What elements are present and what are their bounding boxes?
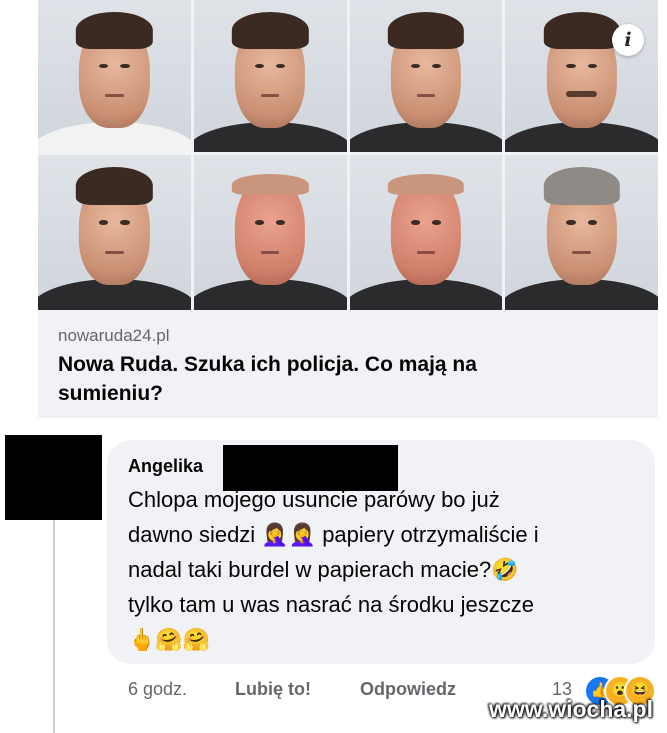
mugshot-photo: [505, 155, 658, 310]
comment-author[interactable]: Angelika: [128, 456, 203, 477]
mugshot-photo: [505, 0, 658, 152]
mugshot-photo: [349, 0, 503, 152]
link-preview-card[interactable]: i nowaruda24.pl Nowa Ruda. Szuka ich pol…: [38, 0, 658, 418]
like-button[interactable]: Lubię to!: [235, 676, 311, 702]
mugshot-photo: [193, 155, 347, 310]
link-domain: nowaruda24.pl: [58, 326, 170, 345]
info-icon[interactable]: i: [612, 24, 644, 56]
watermark: www.wiocha.pl: [489, 696, 653, 722]
comment-timestamp[interactable]: 6 godz.: [128, 676, 187, 702]
mugshot-photo: [38, 155, 191, 310]
thread-line: [53, 520, 55, 733]
avatar[interactable]: [5, 435, 102, 520]
photo-grid: [38, 0, 658, 310]
mugshot-photo: [349, 155, 503, 310]
link-title[interactable]: Nowa Ruda. Szuka ich policja. Co mają na…: [58, 350, 578, 408]
mugshot-photo: [193, 0, 347, 152]
reply-button[interactable]: Odpowiedz: [360, 676, 456, 702]
comment-bubble: Angelika Chlopa mojego usuncie parówy bo…: [107, 440, 655, 664]
mugshot-photo: [38, 0, 191, 152]
comment-text: Chlopa mojego usuncie parówy bo już dawn…: [128, 487, 539, 652]
